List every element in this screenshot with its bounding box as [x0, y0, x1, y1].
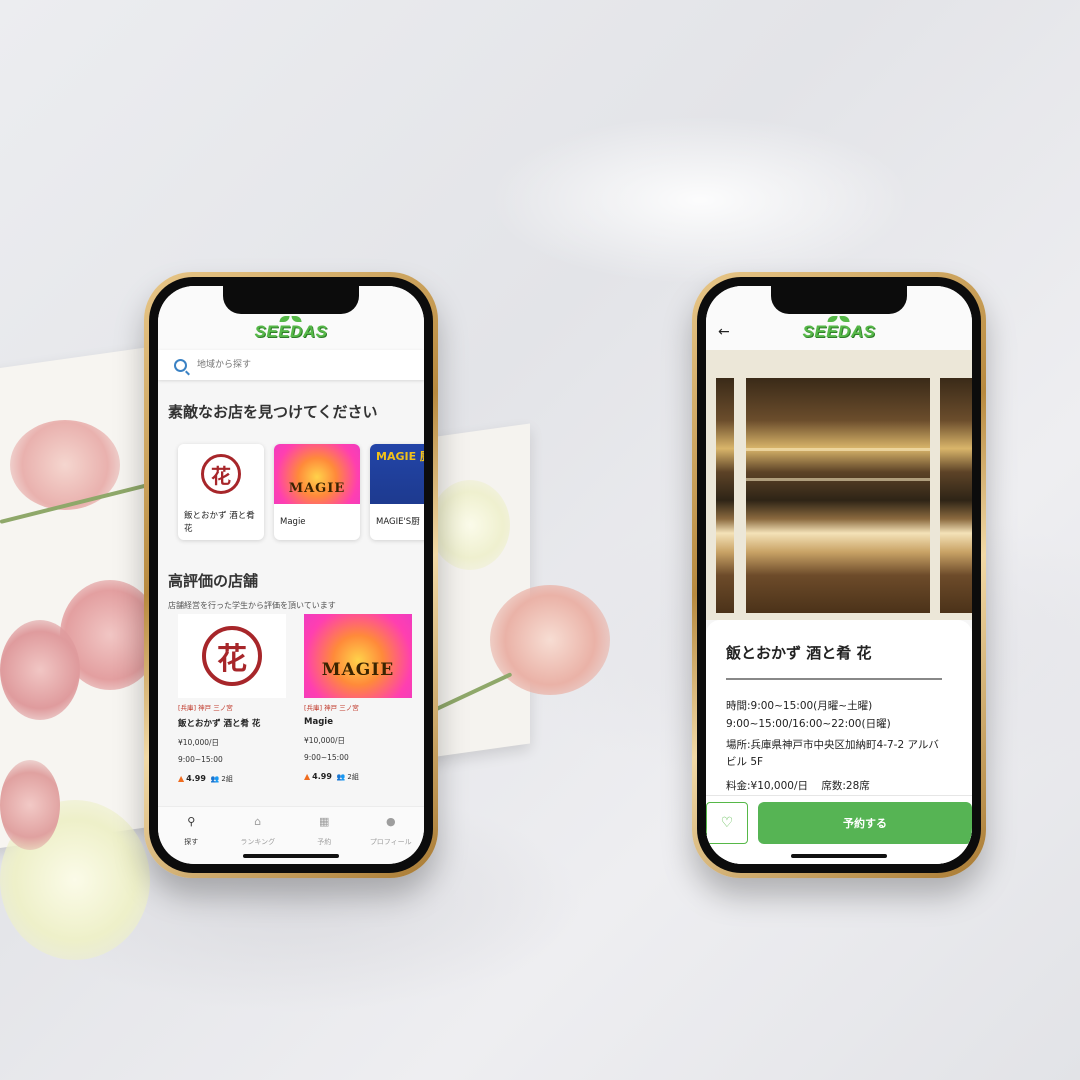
group-count: 2組 [347, 773, 359, 781]
home-indicator [791, 854, 887, 858]
tab-label: ランキング [240, 838, 276, 846]
group-icon: 👥 [336, 773, 346, 781]
heart-icon: ♡ [720, 815, 734, 831]
shop-card-magies[interactable]: MAGIE 厨 MAGIE'S厨 [370, 444, 424, 540]
section-subtitle: 店舗経営を行った学生から評価を頂いています [168, 601, 336, 610]
rating-value: 4.99 [312, 772, 332, 781]
shop-rating: ▲ 4.99 👥 2組 [178, 774, 286, 784]
shop-hours-weekday: 時間:9:00~15:00(月曜~土曜) [726, 700, 873, 712]
shop-thumb: 花 [178, 444, 264, 504]
gallery-photo-next[interactable] [940, 378, 972, 613]
shop-fee-seats: 料金:¥10,000/日 席数:28席 [726, 778, 946, 795]
flower-pink-3 [0, 620, 80, 720]
shop-price: ¥10,000/日 [304, 736, 346, 745]
location-tag: [兵庫] 神戸 三ノ宮 [178, 704, 233, 712]
tab-label: プロフィール [369, 838, 412, 846]
shop-price: ¥10,000/日 [178, 738, 220, 747]
rating-value: 4.99 [186, 774, 206, 783]
section-title-discover: 素敵なお店を見つけてください [168, 403, 378, 421]
top-rated-thumb: 花 [178, 614, 286, 698]
shop-thumb: MAGIE [274, 444, 360, 504]
shop-seats: 席数:28席 [821, 780, 870, 792]
shop-card-hana[interactable]: 花 飯とおかず 酒と肴 花 [178, 444, 264, 540]
home-icon: ⌂ [254, 815, 262, 828]
section-title-top-rated: 高評価の店舗 [168, 572, 259, 590]
phone-notch [771, 286, 907, 314]
favorite-button[interactable]: ♡ [706, 802, 748, 844]
app-logo-text: SEEDAS [254, 322, 328, 341]
logo-leaf-icon [827, 316, 850, 324]
location-tag: [兵庫] 神戸 三ノ宮 [304, 704, 359, 712]
hana-logo: 花 [201, 454, 241, 494]
shop-card-name: Magie [280, 517, 306, 527]
hana-logo: 花 [202, 626, 262, 686]
magie-logo: MAGIE [321, 660, 395, 680]
bar-shelf [746, 448, 930, 451]
phone-left: SEEDAS 素敵なお店を見つけてください 花 飯とおかず 酒と肴 花 MAGI… [144, 272, 438, 878]
group-icon: 👥 [210, 775, 220, 783]
search-icon: ⚲ [187, 815, 196, 828]
gallery-photo-prev[interactable] [716, 378, 734, 613]
shop-card-name: MAGIE'S厨 [376, 517, 420, 527]
calendar-icon: ▦ [319, 815, 330, 828]
reserve-button[interactable]: 予約する [758, 802, 972, 844]
magie-logo: MAGIE [288, 481, 346, 496]
top-rated-card-hana[interactable]: 花 [兵庫] 神戸 三ノ宮 飯とおかず 酒と肴 花 ¥10,000/日 9:00… [178, 614, 286, 784]
app-logo-text: SEEDAS [802, 322, 876, 341]
shop-hours-sunday: 9:00~15:00/16:00~22:00(日曜) [726, 718, 891, 730]
app-logo: SEEDAS [803, 316, 876, 342]
photo-gallery[interactable] [706, 350, 972, 620]
flower-pink-5 [0, 760, 60, 850]
phone-screen-search: SEEDAS 素敵なお店を見つけてください 花 飯とおかず 酒と肴 花 MAGI… [158, 286, 424, 864]
title-divider [726, 678, 942, 680]
back-arrow-icon[interactable]: ← [718, 324, 730, 340]
tab-label: 探す [184, 838, 199, 846]
shop-card-name: 飯とおかず 酒と肴 花 [184, 511, 255, 534]
shop-name: 飯とおかず 酒と肴 花 [178, 719, 261, 729]
app-logo: SEEDAS [255, 316, 328, 342]
group-count: 2組 [221, 775, 233, 783]
search-icon [174, 358, 187, 372]
phone-screen-detail: ← SEEDAS 飯とおかず 酒と肴 花 時間:9:00~15:00(月曜~土曜… [706, 286, 972, 864]
fire-icon: ▲ [178, 774, 185, 783]
profile-icon: ● [385, 815, 396, 828]
top-rated-thumb: MAGIE [304, 614, 412, 698]
shop-address: 場所:兵庫県神戸市中央区加納町4-7-2 アルバビル 5F [726, 739, 939, 768]
tab-search[interactable]: ⚲ 探す [161, 815, 221, 864]
shop-fee: 料金:¥10,000/日 [726, 780, 808, 792]
flower-white-2 [430, 480, 510, 570]
shop-name: Magie [304, 717, 333, 727]
magies-logo: MAGIE 厨 [376, 450, 424, 463]
bar-shelf [746, 478, 930, 481]
home-indicator [243, 854, 339, 858]
phone-notch [223, 286, 359, 314]
top-rated-card-magie[interactable]: MAGIE [兵庫] 神戸 三ノ宮 Magie ¥10,000/日 9:00~1… [304, 614, 412, 782]
search-input[interactable] [195, 359, 399, 371]
flower-pink-4 [490, 585, 610, 695]
fire-icon: ▲ [304, 772, 311, 781]
shop-hours: 9:00~15:00 [304, 753, 349, 762]
search-bar[interactable] [158, 350, 424, 380]
tab-profile[interactable]: ● プロフィール [361, 815, 421, 864]
phone-right: ← SEEDAS 飯とおかず 酒と肴 花 時間:9:00~15:00(月曜~土曜… [692, 272, 986, 878]
shop-card-magie[interactable]: MAGIE Magie [274, 444, 360, 540]
shop-title: 飯とおかず 酒と肴 花 [726, 644, 872, 662]
tab-label: 予約 [317, 838, 332, 846]
shop-thumb: MAGIE 厨 [370, 444, 424, 504]
gallery-photo-main[interactable] [746, 378, 930, 613]
logo-leaf-icon [279, 316, 302, 324]
shop-rating: ▲ 4.99 👥 2組 [304, 772, 412, 782]
shop-hours: 9:00~15:00 [178, 755, 223, 764]
